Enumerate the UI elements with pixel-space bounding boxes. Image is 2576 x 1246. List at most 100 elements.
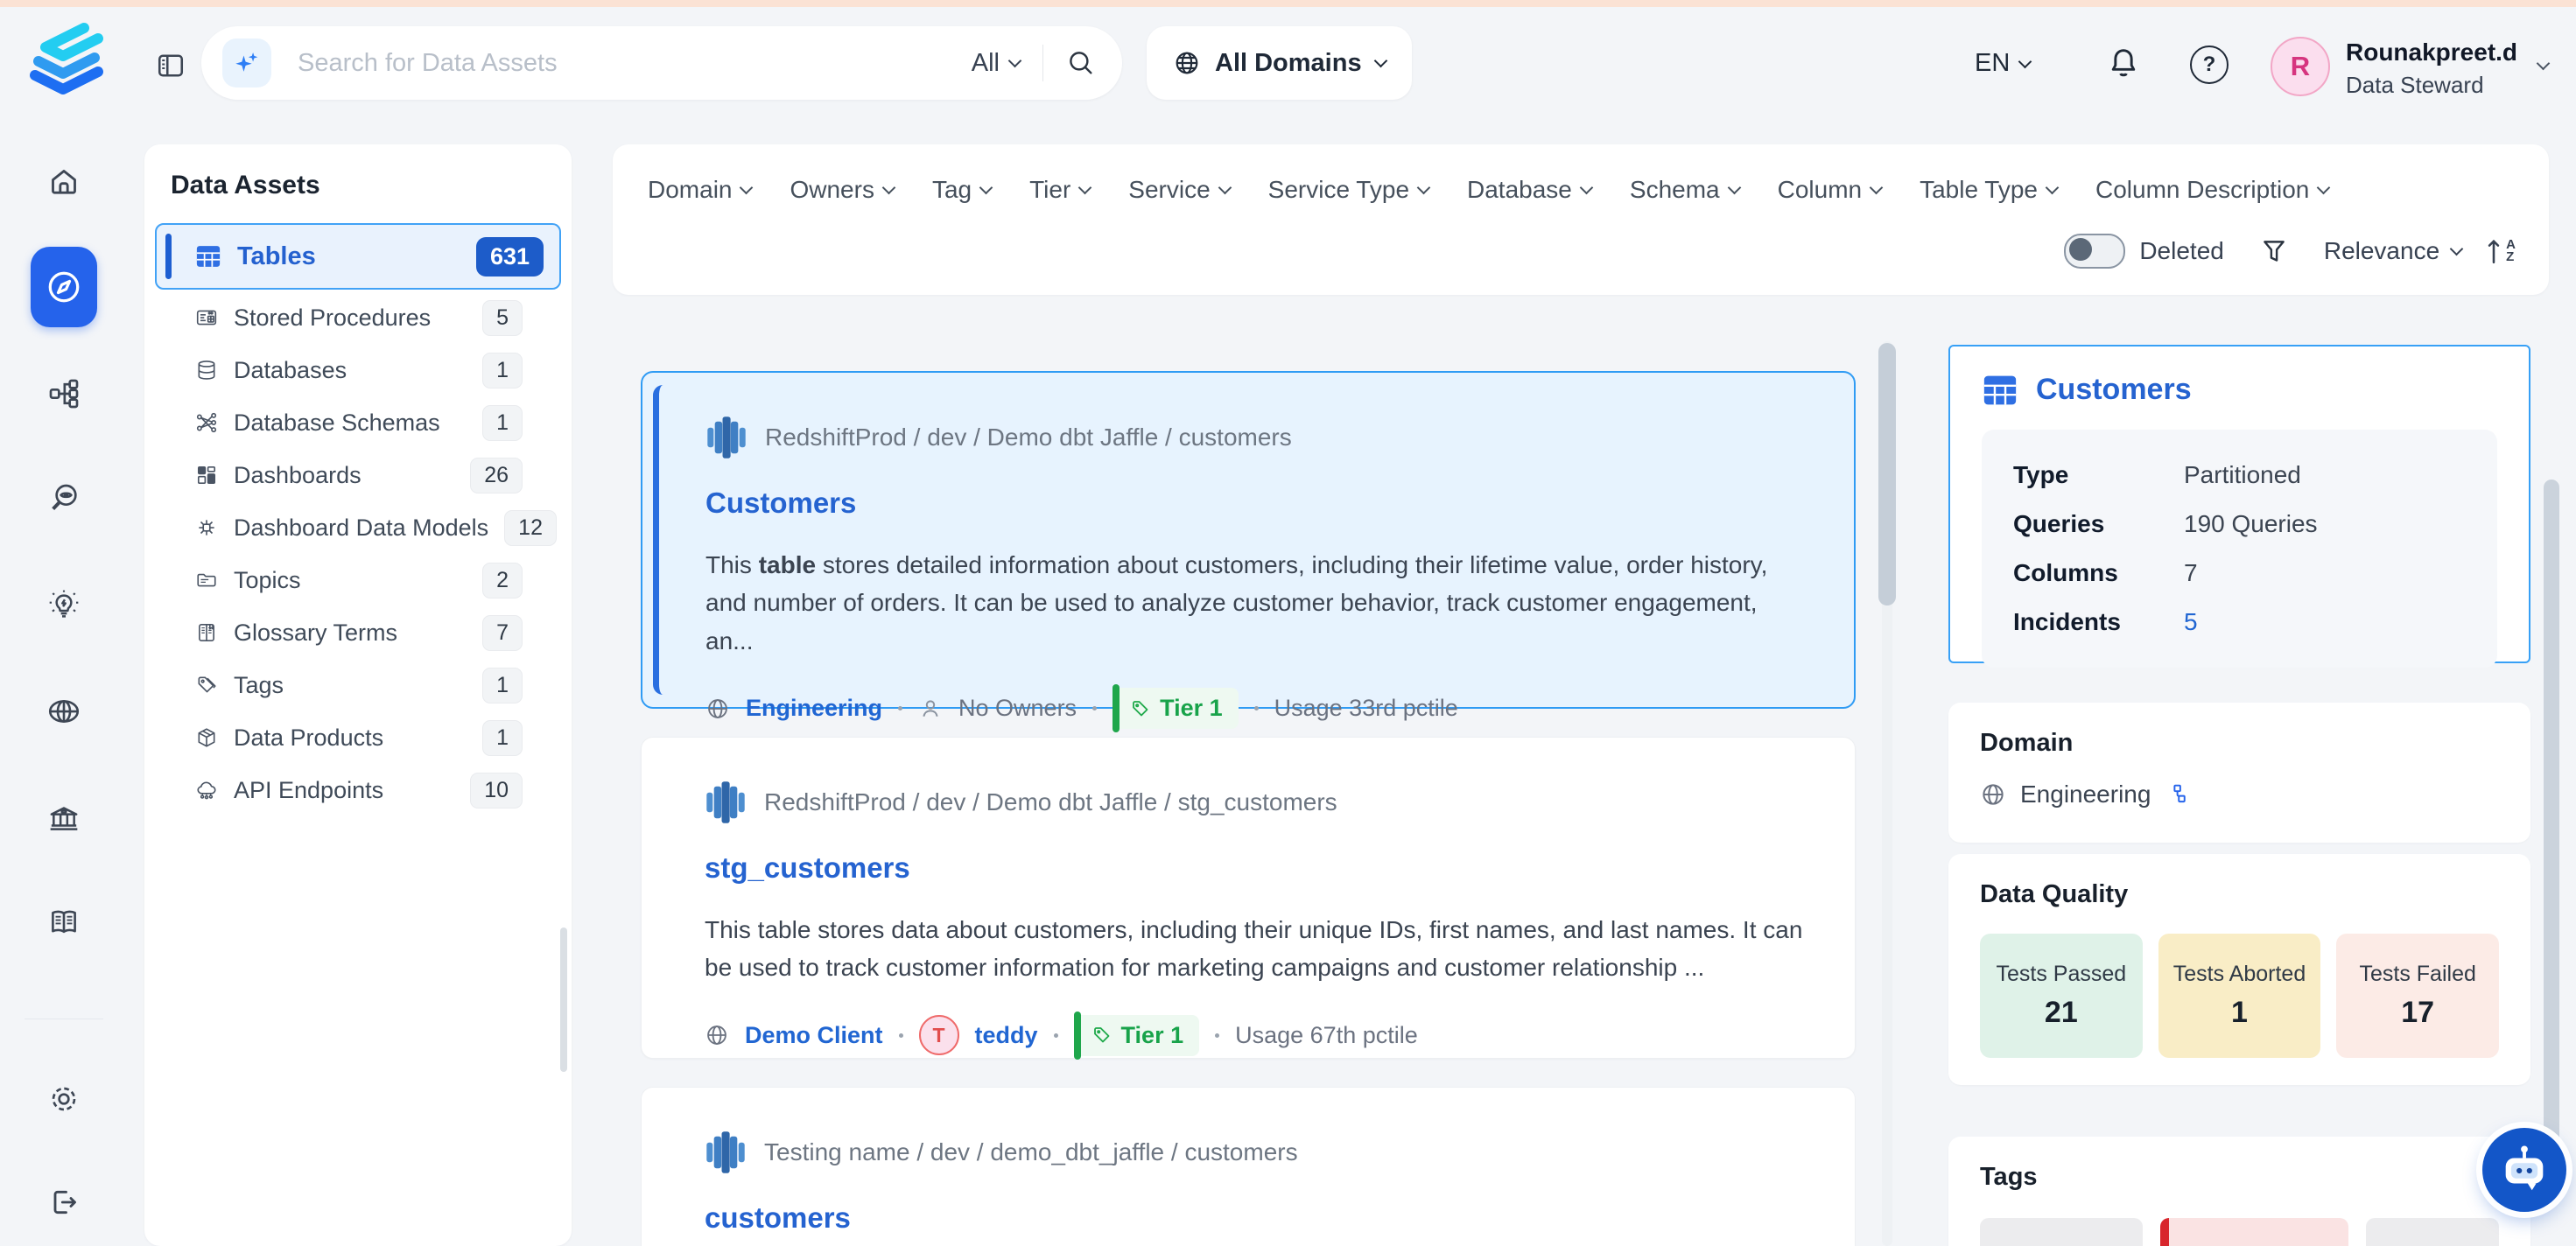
tag-chip[interactable] [2366,1218,2499,1246]
filter-database[interactable]: Database [1467,176,1591,204]
nav-domains[interactable] [46,694,81,729]
user-menu[interactable]: Rounakpreet.d Data Steward [2346,38,2517,99]
filter-column-description[interactable]: Column Description [2095,176,2328,204]
asset-type-dashboard-data-models[interactable]: Dashboard Data Models 12 [144,501,572,554]
filter-tier[interactable]: Tier [1029,176,1090,204]
result-card-stg-customers[interactable]: RedshiftProd / dev / Demo dbt Jaffle / s… [641,737,1856,1059]
preview-title-link[interactable]: Customers [2036,373,2192,407]
filter-label: Service [1128,176,1210,204]
chevron-down-icon [1218,181,1232,195]
breadcrumb[interactable]: RedshiftProd / dev / Demo dbt Jaffle / c… [765,424,1292,452]
asset-type-tags[interactable]: Tags 1 [144,659,572,711]
asset-type-data-products[interactable]: Data Products 1 [144,711,572,764]
lineage-link-icon[interactable] [2165,783,2187,806]
asset-type-database-schemas[interactable]: Database Schemas 1 [144,396,572,449]
nav-settings[interactable] [46,1082,81,1116]
preview-domain-card: Domain Engineering [1948,703,2530,843]
search-results: RedshiftProd / dev / Demo dbt Jaffle / c… [641,371,1856,1246]
open-book-icon [46,904,82,941]
nav-govern[interactable] [46,802,81,836]
tag-chip[interactable] [1980,1218,2143,1246]
filter-schema[interactable]: Schema [1630,176,1739,204]
logo-layer-1 [46,28,98,56]
domain-selector[interactable]: All Domains [1147,26,1412,100]
nav-observability[interactable] [46,481,81,516]
result-domain-link[interactable]: Demo Client [745,1022,883,1049]
asset-type-api-endpoints[interactable]: API Endpoints 10 [144,764,572,816]
filter-label: Database [1467,176,1572,204]
breadcrumb[interactable]: RedshiftProd / dev / Demo dbt Jaffle / s… [764,788,1337,816]
filter-service-type[interactable]: Service Type [1268,176,1428,204]
asset-type-topics[interactable]: Topics 2 [144,554,572,606]
nav-home[interactable] [46,164,81,200]
tag-icon [1130,698,1151,719]
assets-panel-scrollbar[interactable] [560,928,567,1072]
result-title-link[interactable]: Customers [705,486,856,520]
language-value: EN [1975,49,2010,78]
result-card-customers[interactable]: RedshiftProd / dev / Demo dbt Jaffle / c… [641,371,1856,709]
result-title-link[interactable]: stg_customers [705,851,910,885]
stat-value: 190 Queries [2184,510,2466,538]
deleted-toggle[interactable] [2064,234,2125,269]
result-domain-link[interactable]: Engineering [746,695,882,722]
asset-type-label: Glossary Terms [234,620,397,647]
filter-owners[interactable]: Owners [790,176,893,204]
language-selector[interactable]: EN [1975,49,2030,78]
gear-icon [46,1082,81,1116]
sort-direction-button[interactable]: AZ [2484,236,2516,266]
incidents-count-link[interactable]: 5 [2184,608,2466,636]
asset-type-dashboards[interactable]: Dashboards 26 [144,449,572,501]
nav-glossary[interactable] [46,905,81,940]
result-meta-row: Demo Client T teddy Tier 1 Usage 67th pc… [705,1015,1806,1056]
nav-lineage[interactable] [46,376,81,411]
nav-insights[interactable] [46,588,81,623]
sort-field-select[interactable]: Relevance [2324,237,2461,265]
asset-type-databases[interactable]: Databases 1 [144,344,572,396]
asset-count-badge: 631 [476,237,544,276]
notifications-button[interactable] [2104,44,2143,82]
help-button[interactable]: ? [2190,46,2229,84]
result-owner-link[interactable]: teddy [975,1022,1038,1049]
separator-dot [1054,1033,1058,1038]
page-scrollbar[interactable] [2544,480,2559,1166]
compass-icon [44,267,84,307]
tag-chip[interactable] [2160,1218,2348,1246]
tests-failed-chip[interactable]: Tests Failed 17 [2336,934,2499,1058]
filter-domain[interactable]: Domain [648,176,751,204]
tests-passed-chip[interactable]: Tests Passed 21 [1980,934,2143,1058]
arrow-up-icon [2484,236,2503,266]
tier-badge[interactable]: Tier 1 [1074,1015,1200,1056]
breadcrumb[interactable]: Testing name / dev / demo_dbt_jaffle / c… [764,1138,1298,1166]
search-submit-button[interactable] [1066,48,1096,78]
advanced-filter-button[interactable] [2259,236,2289,266]
ai-search-button[interactable] [222,38,271,88]
globe-icon [705,696,730,721]
asset-type-glossary-terms[interactable]: Glossary Terms 7 [144,606,572,659]
user-menu-chevron-icon[interactable] [2537,57,2551,71]
asset-type-label: Tags [234,672,284,699]
chat-assistant-button[interactable] [2482,1128,2566,1212]
filter-service[interactable]: Service [1128,176,1229,204]
results-scrollbar[interactable] [1878,343,1896,606]
app-logo[interactable] [21,18,107,98]
result-title-link[interactable]: customers [705,1201,851,1235]
preview-data-quality-card: Data Quality Tests Passed 21 Tests Abort… [1948,854,2530,1085]
result-usage: Usage 67th pctile [1235,1022,1418,1049]
preview-header: Customers [1982,373,2497,407]
tier-badge[interactable]: Tier 1 [1113,688,1239,729]
nav-logout[interactable] [46,1185,81,1220]
sidebar-collapse-button[interactable] [154,49,187,82]
chevron-down-icon [979,181,993,195]
nav-explore[interactable] [31,247,97,327]
user-avatar[interactable]: R [2271,37,2330,96]
filter-table-type[interactable]: Table Type [1920,176,2057,204]
result-card-customers-2[interactable]: Testing name / dev / demo_dbt_jaffle / c… [641,1087,1856,1246]
asset-type-stored-procedures[interactable]: Stored Procedures 5 [144,291,572,344]
result-controls: Deleted Relevance AZ [2064,234,2516,269]
search-scope-select[interactable]: All [972,49,1020,78]
filter-tag[interactable]: Tag [932,176,991,204]
filter-column[interactable]: Column [1778,176,1881,204]
search-input[interactable] [296,48,972,79]
tests-aborted-chip[interactable]: Tests Aborted 1 [2158,934,2321,1058]
asset-type-tables[interactable]: Tables 631 [155,223,561,290]
